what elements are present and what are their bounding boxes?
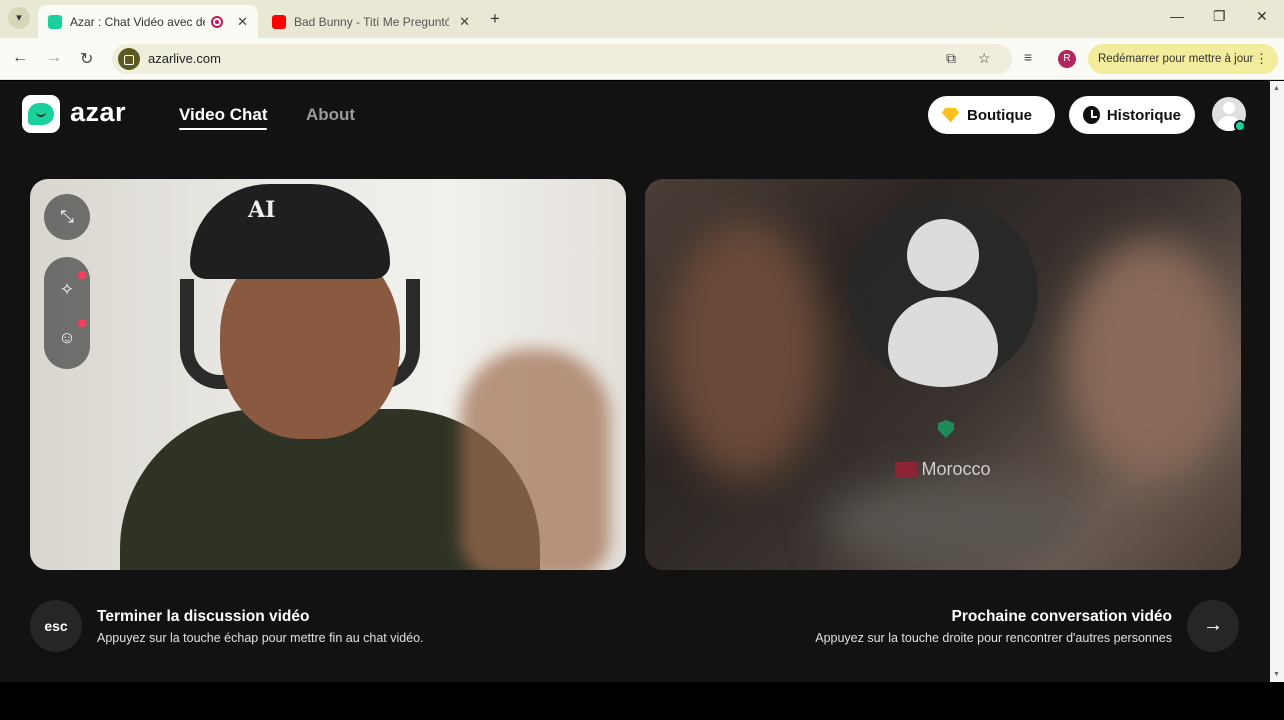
waving-hand: [460, 349, 610, 570]
close-tab-icon[interactable]: ✕: [237, 14, 248, 30]
maximize-window-icon[interactable]: ❐: [1213, 8, 1226, 25]
address-bar[interactable]: azarlive.com ⧉ ☆: [112, 44, 1012, 74]
tab-youtube[interactable]: Bad Bunny - Tití Me Preguntó ( ✕: [262, 5, 480, 38]
tab-search-chevron-icon[interactable]: ▾: [8, 7, 30, 29]
magic-wand-icon[interactable]: ✧: [56, 279, 78, 301]
update-button[interactable]: Redémarrer pour mettre à jour ⋮: [1088, 44, 1278, 74]
diamond-icon: [942, 107, 959, 123]
minimize-window-icon[interactable]: —: [1170, 8, 1184, 24]
blur-shape: [1065, 239, 1235, 479]
site-info-icon[interactable]: [118, 48, 140, 70]
morocco-flag-icon: [895, 462, 918, 477]
update-button-label: Redémarrer pour mettre à jour: [1098, 53, 1254, 65]
notification-dot: [78, 271, 86, 279]
remote-video: Morocco: [645, 179, 1241, 570]
recording-icon: [211, 15, 224, 28]
youtube-favicon-icon: [272, 14, 286, 29]
new-tab-icon[interactable]: +: [490, 9, 500, 29]
boutique-button[interactable]: Boutique: [928, 96, 1055, 134]
status-badge: [1234, 120, 1246, 132]
cap: [190, 184, 390, 279]
bottom-area: [0, 682, 1284, 720]
country-label: Morocco: [645, 459, 1241, 480]
close-window-icon[interactable]: ✕: [1256, 8, 1268, 25]
arrow-right-icon: →: [1203, 614, 1223, 636]
nav-video-chat[interactable]: Video Chat: [179, 105, 268, 130]
reload-icon[interactable]: ↻: [80, 49, 93, 69]
next-chat-button[interactable]: →: [1187, 600, 1239, 652]
browser-toolbar: ← → ↻ azarlive.com ⧉ ☆ ≡ R Redémarrer po…: [0, 38, 1284, 80]
azar-favicon-icon: [48, 14, 62, 29]
back-icon[interactable]: ←: [12, 49, 28, 67]
historique-button[interactable]: Historique: [1069, 96, 1195, 134]
browser-tab-bar: ▾ Azar : Chat Vidéo avec de n ✕ Bad Bunn…: [0, 0, 1284, 38]
next-chat-title: Prochaine conversation vidéo: [951, 608, 1172, 625]
country-name: Morocco: [921, 459, 991, 479]
minimize-video-button[interactable]: ⤡: [44, 194, 90, 240]
forward-icon[interactable]: →: [46, 49, 62, 67]
boutique-label: Boutique: [967, 106, 1032, 124]
azar-logo-icon[interactable]: [22, 95, 60, 133]
cap-logo-text: AI: [248, 197, 276, 223]
end-chat-subtitle: Appuyez sur la touche échap pour mettre …: [97, 631, 424, 645]
historique-label: Historique: [1106, 106, 1181, 124]
azar-page: azar Video Chat About Boutique Historiqu…: [0, 81, 1270, 682]
face-sticker-icon[interactable]: ☺: [56, 327, 78, 349]
bookmark-star-icon[interactable]: ☆: [978, 50, 991, 67]
tab-title: Azar : Chat Vidéo avec de n: [70, 14, 206, 29]
cast-icon[interactable]: ⧉: [946, 50, 956, 67]
next-chat-subtitle: Appuyez sur la touche droite pour rencon…: [815, 631, 1172, 645]
blur-shape: [825, 479, 1085, 569]
tab-title: Bad Bunny - Tití Me Preguntó (: [294, 14, 450, 29]
scroll-down-icon[interactable]: ▼: [1273, 671, 1280, 678]
url-text[interactable]: azarlive.com: [148, 51, 221, 66]
close-tab-icon[interactable]: ✕: [459, 14, 470, 30]
logo-text[interactable]: azar: [70, 97, 126, 128]
placeholder-avatar-icon: [848, 197, 1038, 387]
more-menu-icon[interactable]: ⋮: [1255, 51, 1268, 67]
video-effects-toolbar: ✧ ☺: [44, 257, 90, 369]
nav-about[interactable]: About: [306, 105, 355, 125]
clock-icon: [1083, 106, 1100, 124]
end-chat-button[interactable]: esc: [30, 600, 82, 652]
notification-dot: [78, 319, 86, 327]
local-video: AI ⤡ ✧ ☺: [30, 179, 626, 570]
media-queue-icon[interactable]: ≡: [1024, 49, 1032, 65]
blur-shape: [665, 219, 825, 479]
scroll-up-icon[interactable]: ▲: [1273, 85, 1280, 92]
tab-azar[interactable]: Azar : Chat Vidéo avec de n ✕: [38, 5, 258, 38]
page-scrollbar[interactable]: ▲ ▼: [1270, 81, 1284, 682]
verified-shield-icon: [938, 420, 954, 438]
end-chat-title: Terminer la discussion vidéo: [97, 608, 310, 625]
profile-avatar[interactable]: R: [1058, 50, 1076, 68]
